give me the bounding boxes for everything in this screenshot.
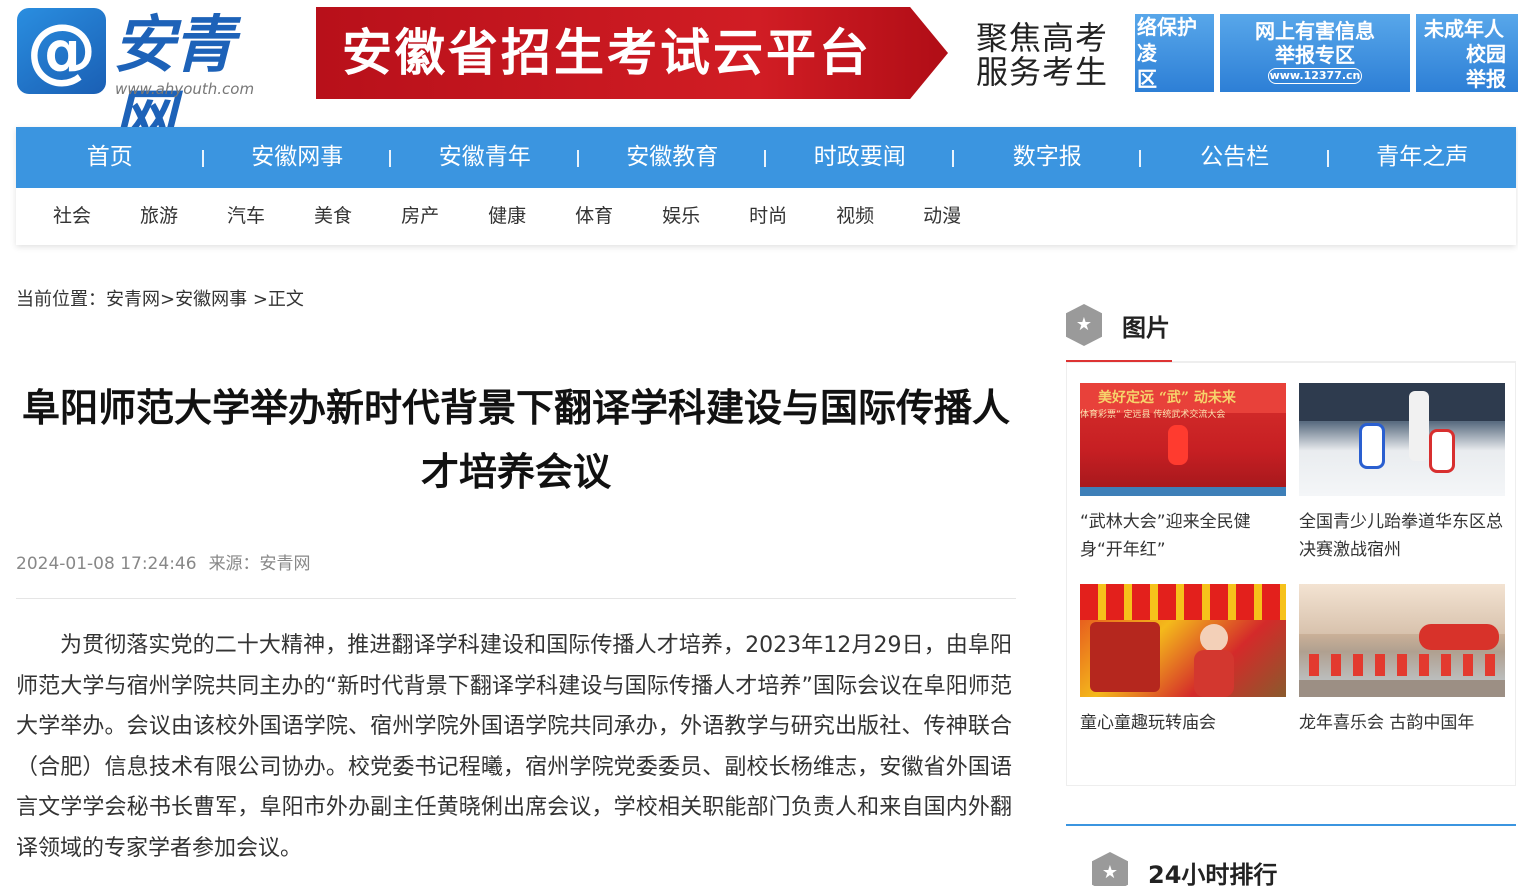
- ad-line: 络保护: [1137, 15, 1197, 39]
- subnav-travel[interactable]: 旅游: [140, 188, 178, 245]
- ad-line: 举报: [1466, 67, 1506, 91]
- picture-thumbnail[interactable]: [1080, 584, 1286, 697]
- breadcrumb-home[interactable]: 安青网: [106, 289, 160, 310]
- subnav-fashion[interactable]: 时尚: [749, 188, 787, 245]
- thumb-banner-subtext: 体育彩票” 定远县 传统武术交流大会: [1080, 410, 1226, 420]
- banner-title: 安徽省招生考试云平台: [342, 24, 872, 82]
- ranking-title: 24小时排行: [1148, 861, 1278, 886]
- sub-nav: 社会 旅游 汽车 美食 房产 健康 体育 娱乐 时尚 视频 动漫: [16, 188, 973, 245]
- children-row: [1309, 654, 1499, 676]
- logo-at-icon: @: [17, 8, 106, 94]
- picture-thumbnail[interactable]: [1299, 584, 1505, 697]
- athlete-blue-figure: [1359, 423, 1385, 469]
- site-logo[interactable]: @ 安青网 www.ahyouth.com: [17, 8, 277, 155]
- nav-digital-paper[interactable]: 数字报: [954, 127, 1142, 188]
- nav-youth-voice[interactable]: 青年之声: [1329, 127, 1517, 188]
- stage-floor: [1080, 487, 1286, 496]
- ranking-panel: ★ 24小时排行: [1066, 824, 1516, 886]
- subnav-food[interactable]: 美食: [314, 188, 352, 245]
- breadcrumb-separator: >: [160, 289, 176, 310]
- picture-card[interactable]: 龙年喜乐会 古韵中国年: [1299, 584, 1505, 737]
- ad-line: 举报专区: [1275, 43, 1355, 67]
- breadcrumb-section[interactable]: 安徽网事: [175, 289, 247, 310]
- breadcrumb: 当前位置：安青网>安徽网事 >正文: [16, 288, 304, 312]
- picture-card[interactable]: 美好定远 “武” 动未来 体育彩票” 定远县 传统武术交流大会 “武林大会”迎来…: [1080, 383, 1286, 564]
- banner-subtitle: 聚焦高考 服务考生: [976, 19, 1109, 91]
- subnav-auto[interactable]: 汽车: [227, 188, 265, 245]
- nav-bulletin[interactable]: 公告栏: [1141, 127, 1329, 188]
- subnav-real-estate[interactable]: 房产: [401, 188, 439, 245]
- nav-anhui-news[interactable]: 安徽网事: [204, 127, 392, 188]
- picture-card[interactable]: 全国青少儿跆拳道华东区总决赛激战宿州: [1299, 383, 1505, 564]
- pictures-title: 图片: [1122, 314, 1170, 342]
- ad-network-protection[interactable]: 络保护 凌 区: [1135, 14, 1214, 92]
- article-source: 来源：安青网: [208, 554, 311, 574]
- athlete-red-figure: [1429, 429, 1455, 473]
- ad-line: 区: [1137, 67, 1157, 91]
- ad-line: 校园: [1466, 42, 1506, 66]
- breadcrumb-prefix: 当前位置：: [16, 289, 106, 310]
- breadcrumb-current: 正文: [267, 289, 304, 310]
- star-hexagon-icon: ★: [1066, 304, 1102, 346]
- ground: [1299, 680, 1505, 697]
- martial-artist-figure: [1168, 425, 1188, 465]
- nav-anhui-education[interactable]: 安徽教育: [579, 127, 767, 188]
- festival-banner: [1080, 584, 1286, 620]
- picture-caption[interactable]: “武林大会”迎来全民健身“开年红”: [1080, 508, 1286, 564]
- ad-line: 凌: [1137, 41, 1157, 65]
- article-body: 为贯彻落实党的二十大精神，推进翻译学科建设和国际传播人才培养，2023年12月2…: [16, 633, 1012, 861]
- logo-url: www.ahyouth.com: [115, 80, 255, 98]
- nav-home[interactable]: 首页: [16, 127, 204, 188]
- subnav-video[interactable]: 视频: [836, 188, 874, 245]
- child-face: [1200, 624, 1228, 652]
- exam-cloud-banner[interactable]: 安徽省招生考试云平台 聚焦高考 服务考生: [316, 7, 1108, 99]
- child-figure: [1194, 650, 1234, 697]
- ad-harmful-info-report[interactable]: 网上有害信息 举报专区 www.12377.cn: [1220, 14, 1410, 92]
- picture-caption[interactable]: 童心童趣玩转庙会: [1080, 709, 1286, 737]
- divider: [16, 598, 1016, 599]
- ad-url: www.12377.cn: [1268, 68, 1362, 84]
- star-hexagon-icon: ★: [1092, 852, 1128, 886]
- thumb-banner-text: 美好定远 “武” 动未来: [1098, 390, 1236, 406]
- navigation: 首页 安徽网事 安徽青年 安徽教育 时政要闻 数字报 公告栏 青年之声 社会 旅…: [16, 127, 1516, 245]
- picture-thumbnail[interactable]: 美好定远 “武” 动未来 体育彩票” 定远县 传统武术交流大会: [1080, 383, 1286, 496]
- picture-caption[interactable]: 全国青少儿跆拳道华东区总决赛激战宿州: [1299, 508, 1505, 564]
- ad-minor-protection[interactable]: 未成年人 校园 举报: [1416, 14, 1518, 92]
- pictures-panel: 美好定远 “武” 动未来 体育彩票” 定远县 传统武术交流大会 “武林大会”迎来…: [1066, 362, 1516, 786]
- subnav-animation[interactable]: 动漫: [923, 188, 961, 245]
- subnav-entertainment[interactable]: 娱乐: [662, 188, 700, 245]
- pictures-header: ★ 图片: [1066, 300, 1516, 363]
- dragon-dance: [1419, 624, 1499, 650]
- site-header: @ 安青网 www.ahyouth.com 安徽省招生考试云平台 聚焦高考 服务…: [0, 0, 1518, 155]
- subnav-society[interactable]: 社会: [53, 188, 91, 245]
- festival-stall: [1090, 622, 1160, 692]
- article-title: 阜阳师范大学举办新时代背景下翻译学科建设与国际传播人才培养会议: [21, 386, 1010, 494]
- subnav-health[interactable]: 健康: [488, 188, 526, 245]
- picture-card[interactable]: 童心童趣玩转庙会: [1080, 584, 1286, 737]
- subnav-sports[interactable]: 体育: [575, 188, 613, 245]
- nav-politics[interactable]: 时政要闻: [766, 127, 954, 188]
- main-nav: 首页 安徽网事 安徽青年 安徽教育 时政要闻 数字报 公告栏 青年之声: [16, 127, 1516, 188]
- picture-caption[interactable]: 龙年喜乐会 古韵中国年: [1299, 709, 1505, 737]
- ad-line: 未成年人: [1424, 17, 1504, 41]
- referee-figure: [1409, 391, 1429, 461]
- ad-line: 网上有害信息: [1255, 19, 1375, 43]
- picture-thumbnail[interactable]: [1299, 383, 1505, 496]
- article-datetime: 2024-01-08 17:24:46: [16, 554, 197, 574]
- article-meta: 2024-01-08 17:24:46 来源：安青网: [16, 552, 311, 576]
- arena-stands: [1299, 383, 1505, 421]
- breadcrumb-separator: >: [247, 289, 268, 310]
- nav-anhui-youth[interactable]: 安徽青年: [391, 127, 579, 188]
